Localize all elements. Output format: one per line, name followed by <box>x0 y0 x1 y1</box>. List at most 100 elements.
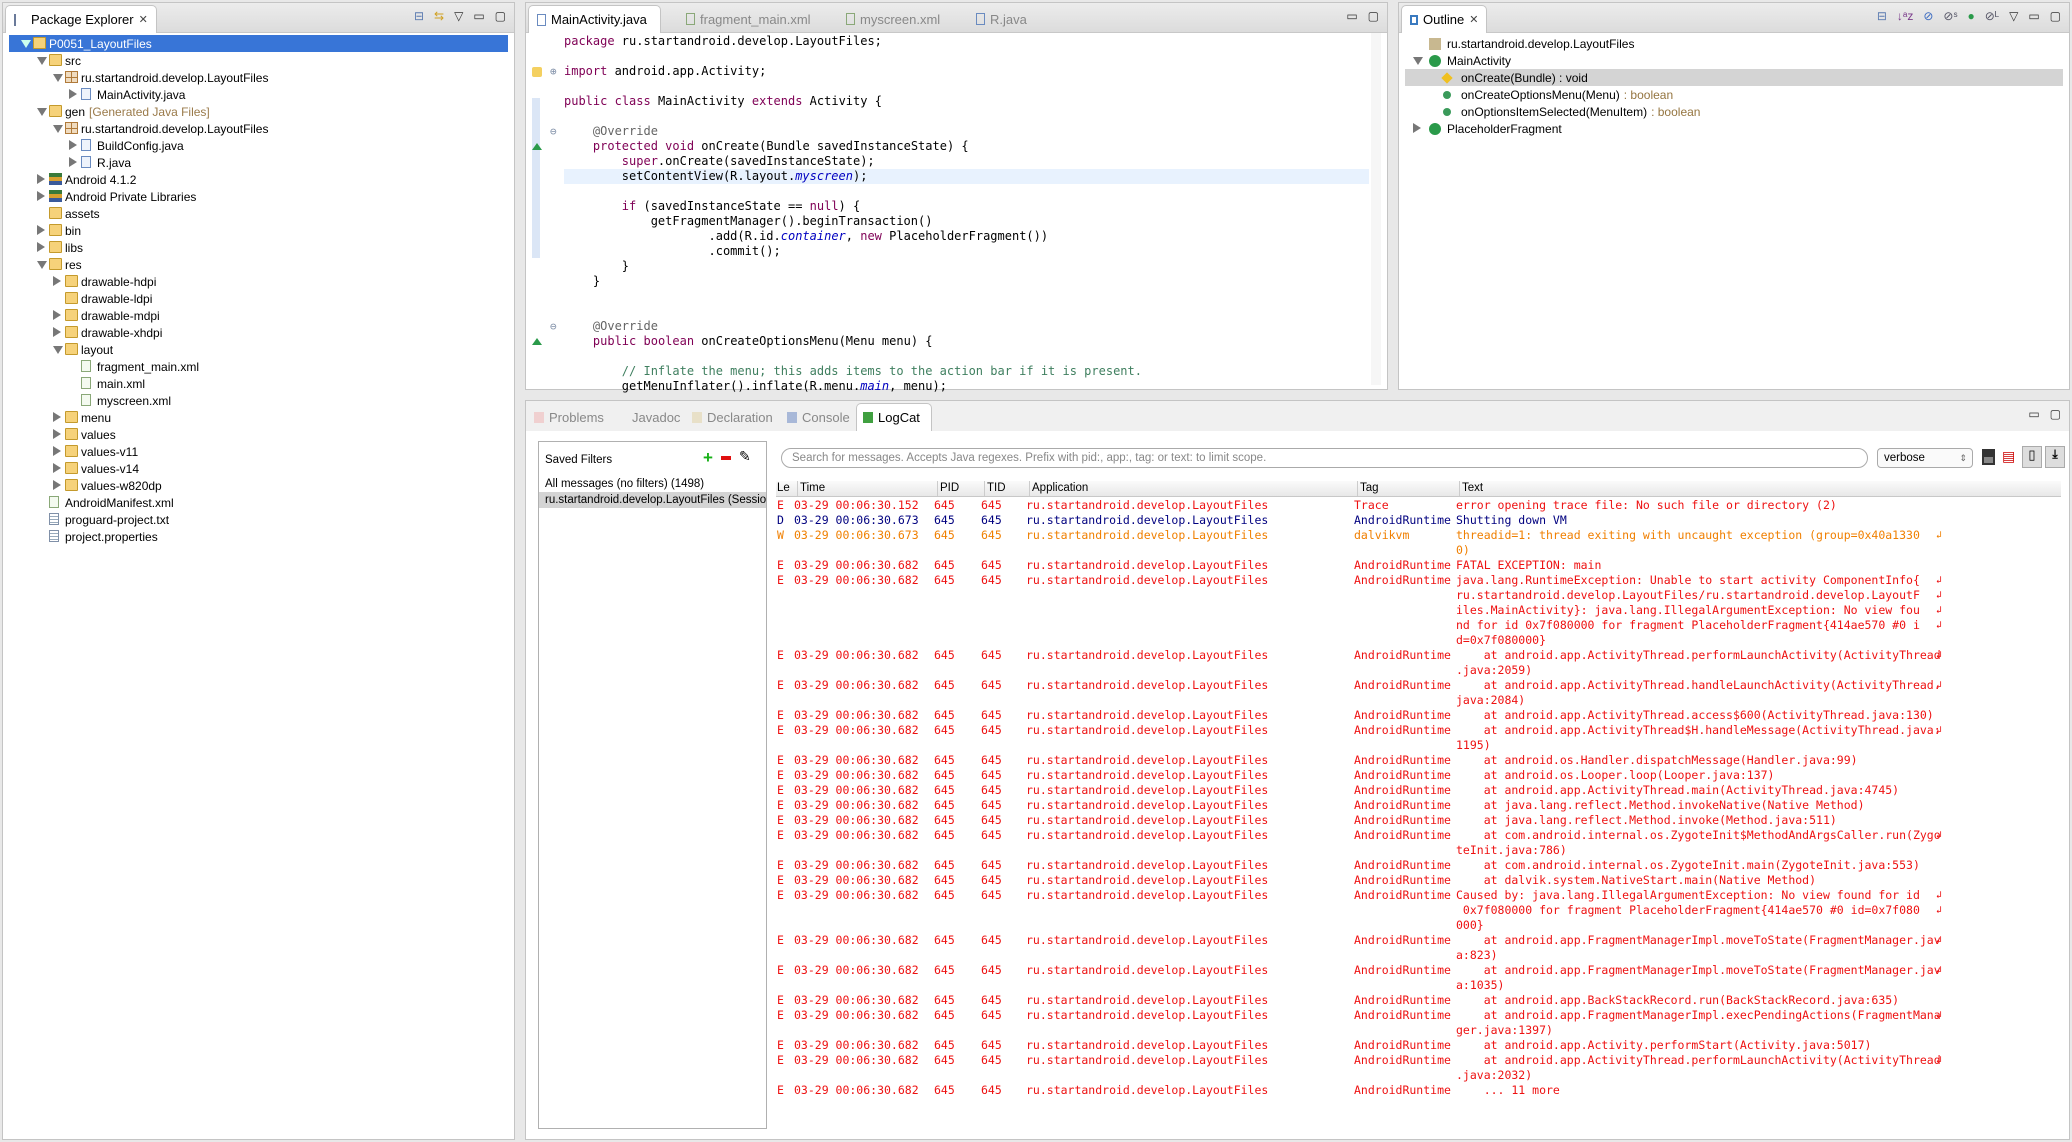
remove-filter-icon[interactable] <box>721 456 731 460</box>
tree-item[interactable]: src <box>9 52 508 69</box>
tab-logcat[interactable]: LogCat <box>856 403 932 431</box>
toggle-filters-icon[interactable]: ▯ <box>2022 446 2042 468</box>
log-row[interactable]: E 03-29 00:06:30.682 645 645 ru.startandroid… <box>776 933 2061 963</box>
log-row[interactable]: E 03-29 00:06:30.682 645 645 ru.startandroid… <box>776 888 2061 933</box>
view-menu-icon[interactable]: ▽ <box>454 9 463 23</box>
tree-item[interactable]: libs <box>9 239 508 256</box>
collapsed-arrow-icon[interactable] <box>37 191 45 201</box>
editor-tab[interactable]: R.java <box>968 5 1035 33</box>
tree-item[interactable]: assets <box>9 205 508 222</box>
tree-item[interactable]: myscreen.xml <box>9 392 508 409</box>
fold-expand-icon[interactable]: ⊕ <box>550 64 557 79</box>
hide-nonpublic-icon[interactable]: ● <box>1968 9 1975 23</box>
collapsed-arrow-icon[interactable] <box>1413 123 1421 133</box>
log-row[interactable]: E 03-29 00:06:30.682 645 645 ru.startandroid… <box>776 768 2061 783</box>
tree-item[interactable]: ru.startandroid.develop.LayoutFiles <box>9 69 508 86</box>
tree-item[interactable]: project.properties <box>9 528 508 545</box>
collapsed-arrow-icon[interactable] <box>53 327 61 337</box>
log-row[interactable]: E 03-29 00:06:30.682 645 645 ru.startandroid… <box>776 828 2061 858</box>
collapsed-arrow-icon[interactable] <box>53 310 61 320</box>
minimize-icon[interactable]: ▭ <box>2028 9 2039 23</box>
log-row[interactable]: E 03-29 00:06:30.682 645 645 ru.startandroid… <box>776 1038 2061 1053</box>
tree-item[interactable]: P0051_LayoutFiles <box>9 35 508 52</box>
tree-item[interactable]: values-v14 <box>9 460 508 477</box>
maximize-icon[interactable]: ▢ <box>1368 9 1379 23</box>
tree-item[interactable]: fragment_main.xml <box>9 358 508 375</box>
log-row[interactable]: E 03-29 00:06:30.152 645 645 ru.startandroid… <box>776 498 2061 513</box>
tree-item[interactable]: menu <box>9 409 508 426</box>
tree-item[interactable]: res <box>9 256 508 273</box>
tab-problems[interactable]: Problems <box>528 403 610 431</box>
outline-item[interactable]: PlaceholderFragment <box>1405 120 2063 137</box>
expanded-arrow-icon[interactable] <box>53 74 63 82</box>
collapsed-arrow-icon[interactable] <box>53 276 61 286</box>
collapsed-arrow-icon[interactable] <box>53 480 61 490</box>
column-header[interactable]: TID <box>984 481 1006 496</box>
tree-item[interactable]: BuildConfig.java <box>9 137 508 154</box>
tree-item[interactable]: proguard-project.txt <box>9 511 508 528</box>
outline-item[interactable]: MainActivity <box>1405 52 2063 69</box>
collapsed-arrow-icon[interactable] <box>37 242 45 252</box>
maximize-icon[interactable]: ▢ <box>2050 407 2061 421</box>
clear-log-icon[interactable]: ▤ <box>2002 448 2015 465</box>
log-row[interactable]: E 03-29 00:06:30.682 645 645 ru.startandroid… <box>776 558 2061 573</box>
tree-item[interactable]: values-v11 <box>9 443 508 460</box>
tree-item[interactable]: drawable-hdpi <box>9 273 508 290</box>
tree-item[interactable]: Android Private Libraries <box>9 188 508 205</box>
tab-declaration[interactable]: Declaration <box>686 403 779 431</box>
column-header[interactable]: Text <box>1459 481 1483 496</box>
sort-icon[interactable]: ↓ᵃz <box>1897 9 1913 23</box>
collapsed-arrow-icon[interactable] <box>53 463 61 473</box>
tree-item[interactable]: R.java <box>9 154 508 171</box>
editor-tab[interactable]: myscreen.xml <box>838 5 948 33</box>
expanded-arrow-icon[interactable] <box>37 108 47 116</box>
tab-package-explorer[interactable]: Package Explorer ✕ <box>5 5 157 33</box>
link-with-editor-icon[interactable]: ⇆ <box>434 9 444 23</box>
column-header[interactable]: PID <box>937 481 959 496</box>
collapsed-arrow-icon[interactable] <box>69 89 77 99</box>
log-row[interactable]: E 03-29 00:06:30.682 645 645 ru.startandroid… <box>776 723 2061 753</box>
close-icon[interactable]: ✕ <box>1469 13 1478 26</box>
minimize-icon[interactable]: ▭ <box>1346 9 1357 23</box>
fold-collapse-icon[interactable]: ⊖ <box>550 319 557 334</box>
filter-item[interactable]: ru.startandroid.develop.LayoutFiles (Ses… <box>539 492 766 508</box>
editor-tab[interactable]: fragment_main.xml <box>678 5 819 33</box>
log-row[interactable]: W 03-29 00:06:30.673 645 645 ru.startandroid… <box>776 528 2061 558</box>
log-row[interactable]: E 03-29 00:06:30.682 645 645 ru.startandroid… <box>776 993 2061 1008</box>
hide-local-types-icon[interactable]: ⊘ᴸ <box>1985 9 1999 23</box>
log-row[interactable]: E 03-29 00:06:30.682 645 645 ru.startandroid… <box>776 963 2061 993</box>
tree-item[interactable]: AndroidManifest.xml <box>9 494 508 511</box>
tree-item[interactable]: Android 4.1.2 <box>9 171 508 188</box>
outline-item[interactable]: ru.startandroid.develop.LayoutFiles <box>1405 35 2063 52</box>
collapse-all-icon[interactable]: ⊟ <box>1877 9 1887 23</box>
add-filter-icon[interactable]: + <box>703 448 713 468</box>
collapsed-arrow-icon[interactable] <box>69 157 77 167</box>
tree-item[interactable]: drawable-mdpi <box>9 307 508 324</box>
collapsed-arrow-icon[interactable] <box>53 446 61 456</box>
tree-item[interactable]: MainActivity.java <box>9 86 508 103</box>
log-row[interactable]: E 03-29 00:06:30.682 645 645 ru.startandroid… <box>776 573 2061 648</box>
save-log-icon[interactable] <box>1982 449 1995 465</box>
maximize-icon[interactable]: ▢ <box>2050 9 2061 23</box>
tree-item[interactable]: values-w820dp <box>9 477 508 494</box>
log-row[interactable]: E 03-29 00:06:30.682 645 645 ru.startandroid… <box>776 813 2061 828</box>
tab-console[interactable]: Console <box>781 403 856 431</box>
hide-static-icon[interactable]: ⊘ˢ <box>1943 9 1957 23</box>
expanded-arrow-icon[interactable] <box>53 125 63 133</box>
edit-filter-icon[interactable]: ✎ <box>739 448 751 465</box>
log-row[interactable]: E 03-29 00:06:30.682 645 645 ru.startandroid… <box>776 783 2061 798</box>
tree-item[interactable]: values <box>9 426 508 443</box>
log-row[interactable]: E 03-29 00:06:30.682 645 645 ru.startandroid… <box>776 873 2061 888</box>
view-menu-icon[interactable]: ▽ <box>2009 9 2018 23</box>
log-row[interactable]: E 03-29 00:06:30.682 645 645 ru.startandroid… <box>776 1083 2061 1098</box>
minimize-icon[interactable]: ▭ <box>473 9 484 23</box>
column-header[interactable]: Tag <box>1357 481 1379 496</box>
outline-item[interactable]: onCreateOptionsMenu(Menu): boolean <box>1405 86 2063 103</box>
tree-item[interactable]: drawable-ldpi <box>9 290 508 307</box>
minimize-icon[interactable]: ▭ <box>2028 407 2039 421</box>
fold-collapse-icon[interactable]: ⊖ <box>550 124 557 139</box>
collapse-all-icon[interactable]: ⊟ <box>414 9 424 23</box>
collapsed-arrow-icon[interactable] <box>37 174 45 184</box>
expanded-arrow-icon[interactable] <box>37 261 47 269</box>
tree-item[interactable]: main.xml <box>9 375 508 392</box>
